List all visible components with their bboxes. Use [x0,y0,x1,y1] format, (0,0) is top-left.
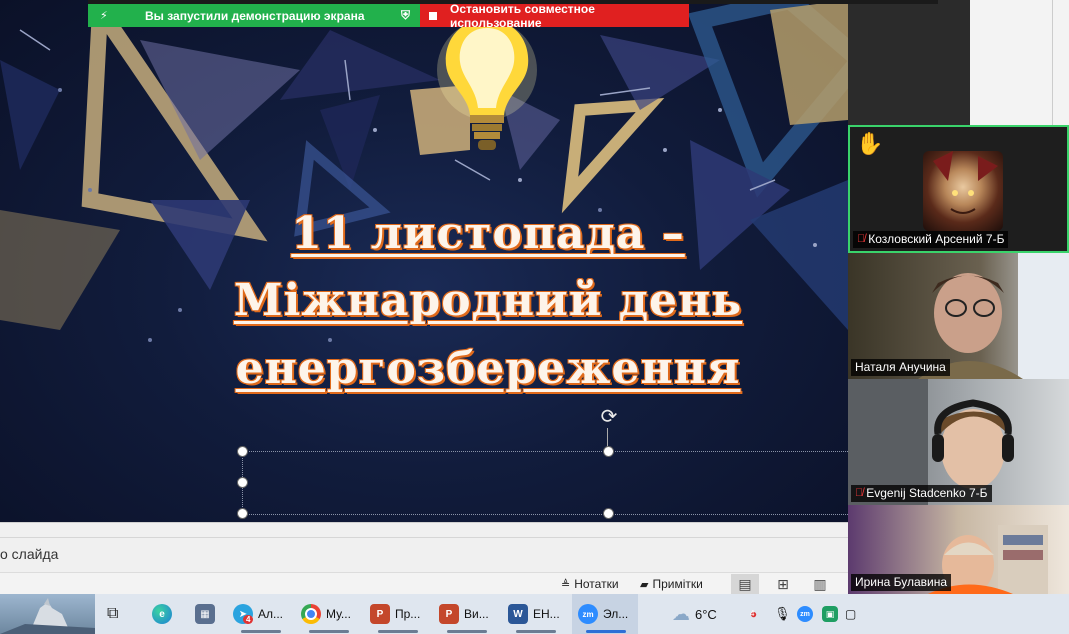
sharing-status-text: Вы запустили демонстрацию экрана [145,8,365,23]
tray-telegram-icon: ● 4 [750,607,758,621]
green-app-icon: ▣ [822,606,838,622]
taskbar-powerpoint-1[interactable]: P Пр... [370,594,428,634]
word-icon: W [508,604,528,624]
taskbar-telegram[interactable]: ➤ 4 Ал... [233,594,289,634]
participant-name-tag: Наталя Анучина [851,359,950,376]
reading-view-button[interactable]: ▥ [806,574,834,594]
taskbar-powerpoint-2[interactable]: P Ви... [439,594,497,634]
weather-widget[interactable]: ☁ 6°C [672,594,732,634]
resize-handle[interactable] [237,508,248,519]
wolf-wallpaper-icon [0,598,95,634]
rotate-handle-icon[interactable]: ⟳ [598,406,620,428]
participant-tile[interactable]: Наталя Анучина [848,253,1069,379]
tray-microphone[interactable]: 🎙 [774,594,791,634]
stop-share-button[interactable]: Остановить совместное использование [420,1,689,30]
slide-title-line-1: 11 листопада – [291,208,685,259]
taskbar-app-label: ЕН... [533,607,560,621]
slide-background-shapes [0,0,848,342]
raised-hand-icon: ✋ [856,131,884,156]
participant-name-tag: Ирина Булавина [851,574,952,591]
microphone-icon: 🎙 [774,606,791,621]
participant-name: Ирина Булавина [855,575,948,589]
taskbar-zoom[interactable]: zm Эл... [572,594,638,634]
windows-taskbar: ⧉ e ▦ ➤ 4 Ал... Му... P Пр... P Ви... W … [0,594,1069,634]
tray-zoom[interactable]: zm [797,594,817,634]
powerpoint-status-bar: ≜ Нотатки ▰ Примітки ▤ ⊞ ▥ [0,572,848,595]
calculator-icon: ▦ [195,604,215,624]
notes-placeholder: о слайда [0,546,59,562]
reading-view-icon: ▥ [813,575,827,592]
taskbar-calculator[interactable]: ▦ [195,594,221,634]
stop-icon [429,11,437,20]
participant-name-tag: 🎙̸ Козловский Арсений 7-Б [853,231,1009,248]
taskbar-app-label: Му... [326,607,351,621]
editor-right-panel [970,0,1069,125]
signal-icon: ⚡ [100,10,108,22]
notes-icon: ≜ [561,578,571,591]
selected-text-box[interactable] [242,451,848,515]
resize-handle[interactable] [237,446,248,457]
powerpoint-icon: P [439,604,459,624]
taskbar-app-label: Ви... [464,607,489,621]
resize-handle[interactable] [237,477,248,488]
wallpaper-thumbnail[interactable] [0,594,95,634]
avatar [923,151,1003,231]
slide-title-line-3: енергозбереження [235,343,741,394]
participant-tile[interactable]: Ирина Булавина [848,505,1069,594]
edge-icon: e [152,604,172,624]
mic-muted-icon: 🎙̸ [855,487,864,499]
participant-tile[interactable]: ✋ 🎙̸ Козловский Арсений 7-Б [848,125,1069,253]
tray-generic-icon: ▢ [845,607,857,621]
speaker-notes-pane[interactable]: о слайда [0,522,848,573]
zoom-tray-icon: zm [797,606,813,622]
notification-badge: 4 [243,615,254,624]
slide-title-line-2: Міжнародний день [233,275,743,326]
chrome-icon [301,604,321,624]
tray-badge: 4 [750,609,755,618]
task-view-button[interactable]: ⧉ [107,594,133,634]
task-view-icon: ⧉ [107,605,119,622]
tray-telegram[interactable]: ● 4 [750,594,768,634]
notes-toggle-button[interactable]: ≜ Нотатки [561,577,619,591]
shield-icon: ⛨ [400,8,410,22]
telegram-icon: ➤ 4 [233,604,254,624]
comments-label: Примітки [652,577,703,591]
participant-name: Наталя Анучина [855,360,946,374]
tray-app[interactable]: ▣ [822,594,842,634]
taskbar-app-label: Ал... [258,607,284,621]
normal-view-button[interactable]: ▤ [731,574,759,594]
cloud-icon: ☁ [672,603,690,624]
participant-tile[interactable]: 🎙̸ Evgenij Stadcenko 7-Б [848,379,1069,505]
comment-icon: ▰ [640,578,649,591]
normal-view-icon: ▤ [738,575,752,592]
taskbar-app-label: Пр... [395,607,421,621]
tray-item[interactable]: ▢ [845,594,865,634]
taskbar-chrome[interactable]: Му... [301,594,359,634]
powerpoint-icon: P [370,604,390,624]
resize-handle[interactable] [603,446,614,457]
taskbar-app-label: Эл... [603,607,629,621]
zoom-icon: zm [578,604,598,624]
slide-sorter-icon: ⊞ [777,575,789,592]
sharing-status[interactable]: ⚡ Вы запустили демонстрацию экрана ⛨ [88,4,420,27]
weather-temperature: 6°C [695,606,717,622]
notes-toggle-label: Нотатки [574,577,619,591]
presentation-slide[interactable]: 11 листопада – Міжнародний день енергозб… [0,0,848,522]
screen-share-banner: ⚡ Вы запустили демонстрацию экрана ⛨ Ост… [88,1,689,30]
participant-name: Козловский Арсений 7-Б [868,232,1005,246]
stop-share-label: Остановить совместное использование [450,1,595,30]
resize-handle[interactable] [603,508,614,519]
participant-name: Evgenij Stadcenko 7-Б [866,486,988,500]
mic-muted-icon: 🎙̸ [857,233,866,245]
comments-button[interactable]: ▰ Примітки [640,577,703,591]
taskbar-word[interactable]: W ЕН... [508,594,566,634]
taskbar-edge[interactable]: e [152,594,180,634]
slide-sorter-button[interactable]: ⊞ [769,574,797,594]
participant-name-tag: 🎙̸ Evgenij Stadcenko 7-Б [851,485,992,502]
